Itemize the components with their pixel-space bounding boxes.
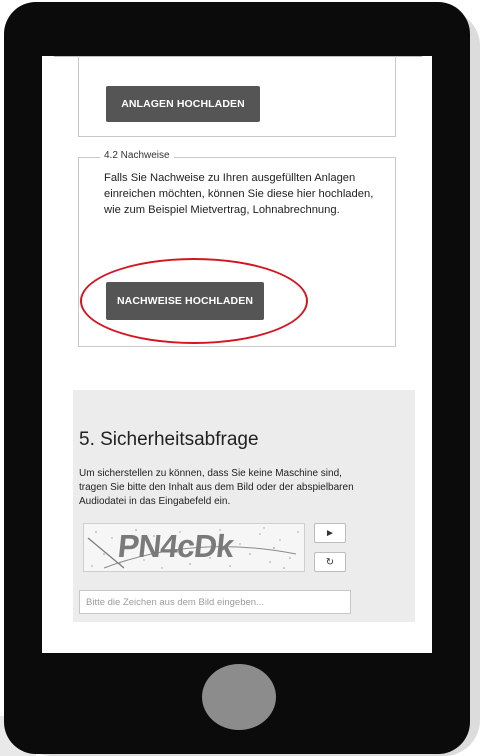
captcha-image: PN4cDk [83, 523, 305, 572]
highlight-oval [80, 258, 308, 344]
captcha-text: PN4cDk [116, 528, 235, 564]
nachweise-description: Falls Sie Nachweise zu Ihren ausgefüllte… [104, 172, 374, 216]
home-button[interactable] [202, 664, 276, 730]
security-section: 5. Sicherheitsabfrage Um sicherstellen z… [73, 390, 415, 622]
play-icon: ► [325, 527, 335, 539]
anlagen-upload-button[interactable]: ANLAGEN HOCHLADEN [106, 86, 260, 122]
play-audio-button[interactable]: ► [314, 523, 346, 543]
refresh-icon: ↻ [325, 556, 335, 568]
security-description: Um sicherstellen zu können, dass Sie kei… [79, 468, 354, 507]
security-title: 5. Sicherheitsabfrage [79, 429, 259, 450]
phone-screen: ANLAGEN HOCHLADEN 4.2 Nachweise Falls Si… [42, 56, 432, 653]
refresh-captcha-button[interactable]: ↻ [314, 552, 346, 572]
nachweise-legend: 4.2 Nachweise [100, 150, 174, 161]
captcha-input[interactable] [79, 590, 351, 614]
